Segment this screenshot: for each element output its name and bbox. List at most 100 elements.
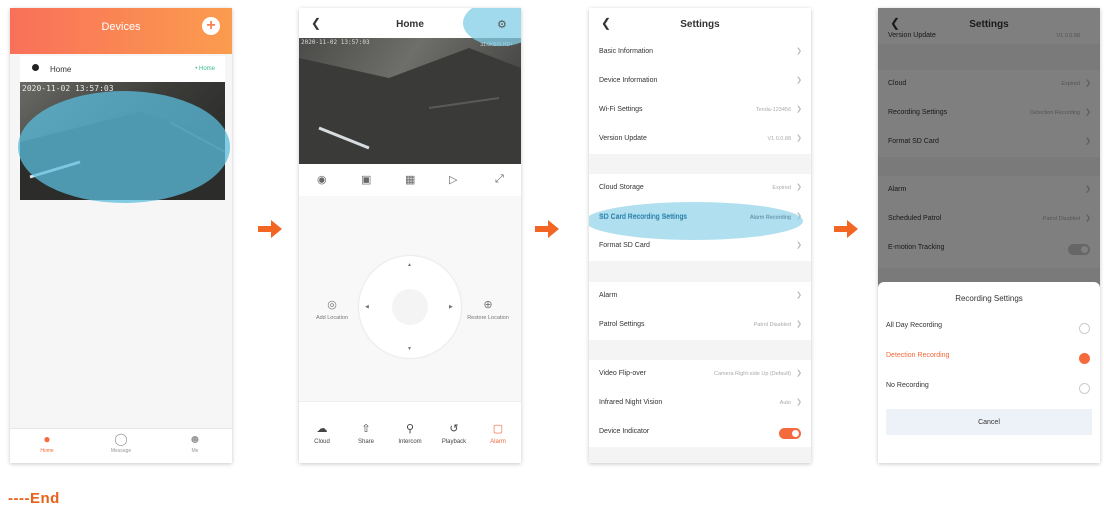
end-marker: ----End [8,490,60,507]
row-value: Patrol Disabled [753,322,791,328]
alarm-label: Alarm [490,439,506,445]
row-label: Format SD Card [599,242,650,249]
chevron-right-icon: ❯ [796,48,802,55]
settings-row-version[interactable]: Version Update V1.0.0.88 ❯ [589,125,811,154]
tap-highlight [18,91,230,203]
option-detection[interactable]: Detection Recording [886,352,1092,374]
row-label: Wi-Fi Settings [599,106,643,113]
record-icon[interactable]: ▦ [405,173,415,186]
person-icon: ☻ [188,432,202,446]
row-label: Cloud Storage [599,184,644,191]
nav-me[interactable]: ☻ Me [170,432,220,455]
settings-row-cloud-storage[interactable]: Cloud Storage Expired ❯ [589,174,811,203]
restore-location-icon: ⊕ [483,299,493,311]
gear-icon[interactable]: ⚙ [497,18,507,31]
up-arrow-icon[interactable]: ▲ [407,262,412,268]
chevron-right-icon: ❯ [796,106,802,113]
row-label: Basic Information [599,48,654,55]
live-video[interactable]: 2020-11-02 13:57:03 31.0KB/S HD+ [299,38,521,164]
sd-setting-highlight [589,202,803,240]
chevron-right-icon: ❯ [796,77,802,84]
intercom-label: Intercom [398,439,422,445]
settings-screen: ❮ Settings Basic Information ❯ Device In… [589,8,811,463]
share-icon: ⇧ [361,423,371,435]
recording-sheet: Recording Settings All Day Recording Det… [878,282,1100,463]
row-label: Infrared Night Vision [599,399,663,406]
settings-title: Settings [680,19,720,30]
function-bar: ☁ Cloud ⇧ Share ⚲ Intercom ↺ Playback ▢ … [299,401,521,463]
row-value: Auto [779,400,791,406]
option-all-day[interactable]: All Day Recording [886,322,1092,344]
nav-home-label: Home [40,448,54,454]
speaker-icon[interactable]: ▷ [449,173,457,186]
settings-row-basic-info[interactable]: Basic Information ❯ [589,38,811,67]
cloud-icon: ☁ [316,423,328,435]
ptz-joystick[interactable]: ▲ ▼ ◀ ▶ [359,256,461,358]
live-view-screen: ❮ Home 2020-11-02 13:57:03 31.0KB/S HD+ … [299,8,521,463]
eye-icon[interactable]: ◉ [317,173,327,186]
step-arrow-icon [535,220,559,238]
settings-row-flip[interactable]: Video Flip-over Camera Right-side Up (De… [589,360,811,389]
option-no-recording[interactable]: No Recording [886,382,1092,404]
alarm-icon: ▢ [492,423,504,435]
settings-row-indicator: Device Indicator [589,418,811,447]
settings-row-night-vision[interactable]: Infrared Night Vision Auto ❯ [589,389,811,418]
down-arrow-icon[interactable]: ▼ [407,346,412,352]
video-controls: ◉ ▣ ▦ ▷ ⤢ [299,164,521,197]
nav-me-label: Me [191,448,199,454]
recording-settings-screen: ❮ Settings Version Update V1.0.0.88 Clou… [878,8,1100,463]
devices-title: Devices [101,21,141,33]
left-arrow-icon[interactable]: ◀ [365,304,369,310]
chevron-right-icon: ❯ [796,184,802,191]
settings-row-alarm[interactable]: Alarm ❯ [589,282,811,311]
indicator-toggle[interactable] [779,428,801,439]
chevron-right-icon: ❯ [796,370,802,377]
option-label: All Day Recording [886,322,943,329]
snapshot-icon[interactable]: ▣ [361,173,371,186]
settings-row-device-info[interactable]: Device Information ❯ [589,67,811,96]
row-value: V1.0.0.88 [767,136,791,142]
option-label: Detection Recording [886,352,950,359]
playback-label: Playback [441,439,467,445]
nav-message[interactable]: ◯ Message [96,433,146,455]
chevron-right-icon: ❯ [796,242,802,249]
cloud-button[interactable]: ☁ Cloud [305,422,339,445]
playback-button[interactable]: ↺ Playback [437,422,471,445]
fullscreen-icon[interactable]: ⤢ [495,173,504,186]
playback-icon: ↺ [449,423,459,435]
share-label: Share [357,439,374,445]
cloud-label: Cloud [314,439,330,445]
row-value: Tenda-123456 [755,107,791,113]
settings-row-patrol[interactable]: Patrol Settings Patrol Disabled ❯ [589,311,811,340]
nav-home[interactable]: ● Home [22,432,72,455]
home-icon: ● [43,432,51,446]
share-button[interactable]: ⇧ Share [349,422,383,445]
add-device-button[interactable]: + [202,17,220,35]
alarm-button[interactable]: ▢ Alarm [481,422,515,445]
devices-header: Devices + [10,8,232,54]
bottom-nav: ● Home ◯ Message ☻ Me [10,428,232,463]
add-location-label: Add Location [315,315,349,321]
devices-screen: Devices + Home • Home 2020-11-02 13:57:0… [10,8,232,463]
add-location-button[interactable]: ◎ Add Location [307,298,357,322]
row-label: Patrol Settings [599,321,645,328]
camera-icon [32,64,39,71]
cancel-button[interactable]: Cancel [886,409,1092,435]
intercom-button[interactable]: ⚲ Intercom [393,422,427,445]
joystick-center[interactable] [392,289,428,325]
right-arrow-icon[interactable]: ▶ [449,304,453,310]
row-label: Device Indicator [599,428,650,435]
settings-row-wifi[interactable]: Wi-Fi Settings Tenda-123456 ❯ [589,96,811,125]
nav-message-label: Message [110,448,132,454]
chevron-right-icon: ❯ [796,292,802,299]
step-arrow-icon [258,220,282,238]
restore-location-label: Restore Location [467,315,509,321]
live-scene [299,48,521,164]
sheet-title: Recording Settings [955,294,1023,303]
restore-location-button[interactable]: ⊕ Restore Location [463,298,513,322]
row-value: Camera Right-side Up (Default) [713,371,791,377]
camera-name: Home [50,65,72,74]
chevron-right-icon: ❯ [796,399,802,406]
microphone-icon: ⚲ [405,423,415,435]
row-label: Alarm [599,292,618,299]
